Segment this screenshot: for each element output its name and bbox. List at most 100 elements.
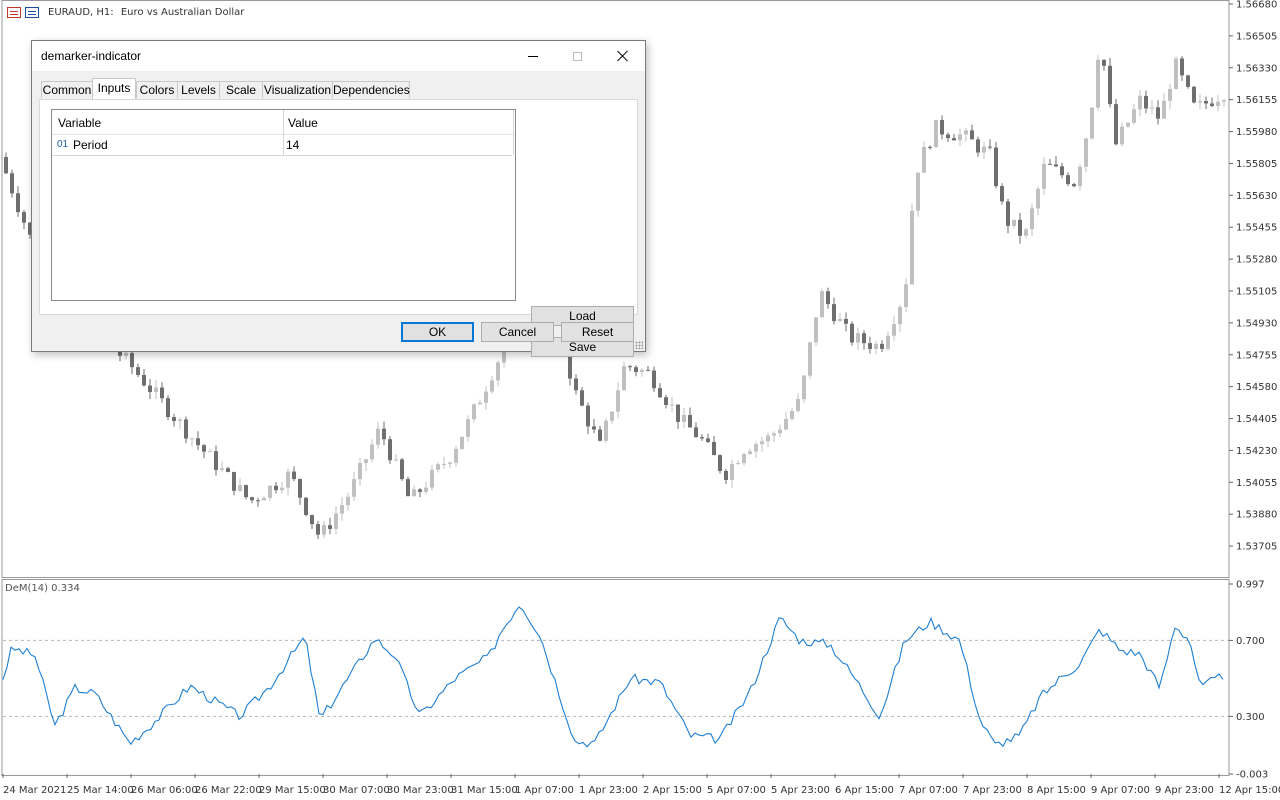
candle-body — [778, 429, 782, 434]
candle-body — [976, 139, 980, 153]
candle-body — [700, 437, 704, 439]
candle-body — [784, 418, 788, 430]
chart-type-icon[interactable] — [25, 7, 39, 18]
candle-body — [988, 146, 992, 148]
candle-body — [994, 147, 998, 187]
candle-body — [808, 342, 812, 376]
tab-scale[interactable]: Scale — [219, 81, 263, 98]
candle-body — [232, 471, 236, 491]
candle-body — [964, 130, 968, 135]
candle-body — [844, 318, 848, 324]
inputs-grid[interactable]: Variable Value 01 Period 14 — [51, 109, 516, 301]
time-axis-label: 9 Apr 23:00 — [1155, 785, 1214, 796]
tab-inputs[interactable]: Inputs — [92, 78, 136, 99]
candle-body — [370, 444, 374, 460]
candle-body — [928, 146, 932, 148]
cancel-button[interactable]: Cancel — [481, 322, 554, 342]
candle-body — [1000, 186, 1004, 202]
candle-body — [838, 318, 842, 322]
candle-body — [1126, 122, 1130, 127]
row-variable-name: Period — [73, 138, 108, 152]
candle-body — [862, 333, 866, 344]
candle-body — [664, 397, 668, 405]
dialog-titlebar[interactable]: demarker-indicator — [32, 41, 645, 71]
time-axis-label: 6 Apr 15:00 — [835, 785, 894, 796]
price-axis-label: 1.55280 — [1236, 255, 1277, 266]
candle-body — [184, 419, 188, 439]
maximize-button[interactable] — [555, 41, 600, 71]
time-axis-label: 31 Mar 15:00 — [451, 785, 518, 796]
candle-body — [196, 438, 200, 446]
grid-header-value[interactable]: Value — [288, 116, 318, 130]
candle-body — [1210, 103, 1214, 106]
minimize-button[interactable] — [510, 41, 555, 71]
candle-body — [592, 426, 596, 430]
candle-body — [226, 468, 230, 472]
candle-body — [160, 387, 164, 399]
candle-body — [982, 146, 986, 153]
demarker-line — [2, 606, 1224, 748]
candle-body — [1168, 88, 1172, 101]
candle-body — [220, 468, 224, 470]
tab-levels[interactable]: Levels — [177, 81, 220, 98]
candle-body — [304, 497, 308, 515]
candle-body — [310, 514, 314, 525]
price-axis-label: 1.56680 — [1236, 0, 1277, 11]
tab-colors[interactable]: Colors — [136, 81, 178, 98]
candle-body — [610, 411, 614, 421]
candle-body — [1138, 95, 1142, 110]
candle-body — [940, 120, 944, 135]
tab-visualization[interactable]: Visualization — [262, 81, 333, 98]
price-axis-label: 1.56155 — [1236, 95, 1277, 106]
candle-body — [766, 435, 770, 442]
close-button[interactable] — [600, 41, 645, 71]
candle-body — [622, 366, 626, 391]
candle-body — [460, 436, 464, 450]
candle-body — [358, 463, 362, 480]
candle-body — [958, 134, 962, 141]
period-value-field[interactable]: 14 — [286, 138, 299, 152]
candle-body — [178, 419, 182, 421]
candle-body — [190, 438, 194, 440]
indicator-axis-label: 0.300 — [1236, 712, 1265, 723]
time-axis-label: 30 Mar 07:00 — [323, 785, 390, 796]
candle-body — [856, 333, 860, 343]
ok-button[interactable]: OK — [401, 322, 474, 342]
candle-body — [898, 306, 902, 325]
indicator-properties-dialog: demarker-indicator Common Inputs Colors … — [31, 40, 646, 357]
time-axis-label: 30 Mar 23:00 — [387, 785, 454, 796]
candle-body — [130, 353, 134, 368]
candle-body — [490, 380, 494, 392]
price-axis-label: 1.54930 — [1236, 318, 1277, 329]
candle-body — [448, 462, 452, 465]
candle-body — [328, 525, 332, 529]
candle-body — [346, 496, 350, 506]
candle-body — [736, 463, 740, 465]
reset-button[interactable]: Reset — [561, 322, 634, 342]
candle-body — [616, 390, 620, 412]
candle-body — [1078, 166, 1082, 187]
table-row[interactable]: 01 Period 14 — [52, 135, 512, 156]
candle-body — [214, 451, 218, 470]
tab-dependencies[interactable]: Dependencies — [332, 81, 410, 98]
candle-body — [496, 362, 500, 381]
tab-common[interactable]: Common — [41, 81, 93, 98]
candle-body — [472, 404, 476, 420]
price-axis-label: 1.53705 — [1236, 542, 1277, 553]
candle-body — [1066, 175, 1070, 185]
grid-header-variable[interactable]: Variable — [58, 116, 101, 130]
candle-body — [250, 497, 254, 501]
candle-body — [772, 433, 776, 436]
candle-body — [208, 451, 212, 453]
candle-body — [826, 291, 830, 305]
candle-body — [760, 441, 764, 445]
maximize-icon — [573, 51, 582, 61]
candle-body — [1204, 100, 1208, 104]
candle-body — [634, 367, 638, 372]
candle-body — [442, 464, 446, 466]
time-axis-label: 12 Apr 15:00 — [1219, 785, 1280, 796]
candle-body — [712, 441, 716, 456]
resize-grip[interactable] — [635, 341, 643, 349]
inputs-tab-panel: Variable Value 01 Period 14 Load Save — [39, 99, 638, 357]
chart-menu-icon[interactable] — [7, 7, 21, 18]
